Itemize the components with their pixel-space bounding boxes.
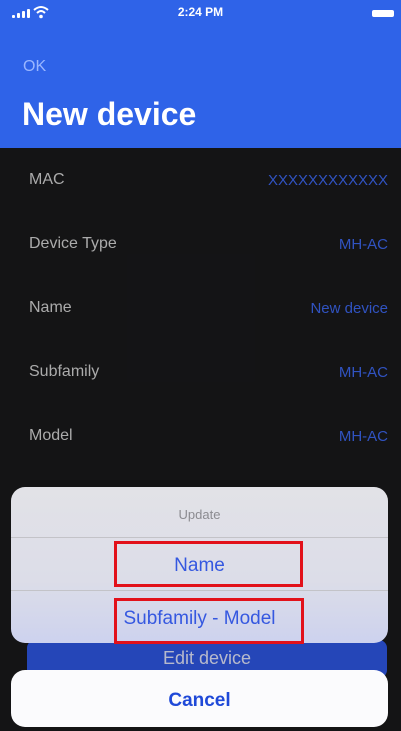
header: 2:24 PM OK New device — [0, 0, 401, 148]
ok-button[interactable]: OK — [23, 58, 46, 76]
divider — [11, 537, 388, 538]
cancel-button[interactable]: Cancel — [11, 670, 388, 727]
status-time: 2:24 PM — [177, 5, 224, 19]
battery-icon — [372, 10, 394, 17]
action-sheet-title: Update — [178, 507, 221, 522]
app-screen: 2:24 PM OK New device MAC XXXXXXXXXXXX D… — [0, 0, 401, 731]
status-bar: 2:24 PM — [0, 0, 401, 26]
highlight-box-subfamily-model — [114, 598, 304, 644]
page-title: New device — [22, 96, 197, 132]
highlight-box-name — [114, 541, 303, 587]
cancel-label: Cancel — [168, 690, 231, 711]
divider — [11, 590, 388, 591]
